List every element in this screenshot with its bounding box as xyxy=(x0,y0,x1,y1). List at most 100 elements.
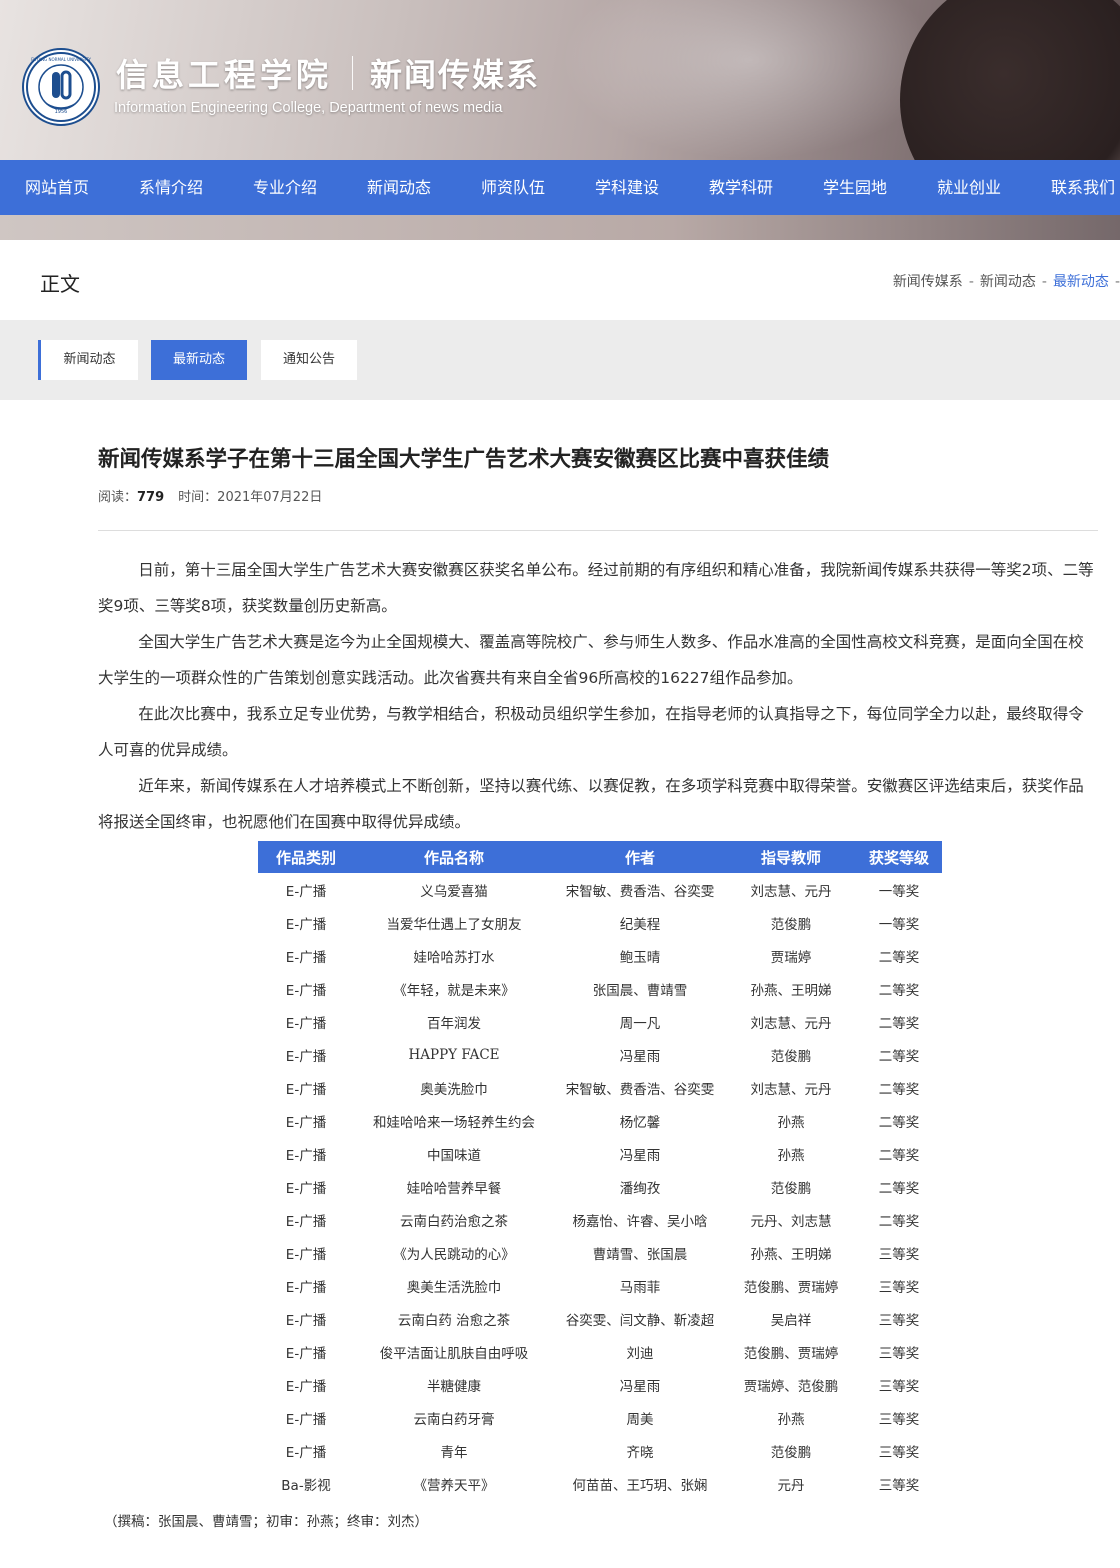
table-row: E-广播 义乌爱喜猫 宋智敏、费香浩、谷奕雯 刘志慧、元丹 一等奖 xyxy=(258,873,942,906)
cell-work-title: 奥美生活洗脸巾 xyxy=(406,1279,502,1296)
cell-award-level: 三等奖 xyxy=(878,1411,920,1428)
cell-authors: 宋智敏、费香浩、谷奕雯 xyxy=(565,883,715,900)
breadcrumb: 新闻传媒系 - 新闻动态 - 最新动态 - xyxy=(893,271,1120,291)
table-row: E-广播 《年轻，就是未来》 张国晨、曹靖雪 孙燕、王明娣 二等奖 xyxy=(258,972,942,1005)
breadcrumb-current[interactable]: 最新动态 xyxy=(1053,274,1109,290)
table-row: E-广播 HAPPY FACE 冯星雨 范俊鹏 二等奖 xyxy=(258,1038,942,1071)
cell-award-level: 三等奖 xyxy=(878,1477,920,1494)
cell-authors: 冯星雨 xyxy=(619,1378,661,1395)
col-header-advisor: 指导教师 xyxy=(726,841,856,873)
university-logo[interactable]: 1956 FUYANG NORMAL UNIVERSITY xyxy=(22,48,100,126)
article-body: 日前，第十三届全国大学生广告艺术大赛安徽赛区获奖名单公布。经过前期的有序组织和精… xyxy=(98,552,1098,840)
nav-item-news[interactable]: 新闻动态 xyxy=(342,160,456,215)
tab-notices[interactable]: 通知公告 xyxy=(261,340,357,380)
reads-label: 阅读： xyxy=(98,490,138,505)
breadcrumb-link-news[interactable]: 新闻动态 xyxy=(980,274,1036,290)
cell-category: E-广播 xyxy=(285,1015,327,1032)
cell-advisors: 孙燕 xyxy=(777,1147,805,1164)
cell-advisors: 吴启祥 xyxy=(770,1312,812,1329)
nav-item-research[interactable]: 教学科研 xyxy=(684,160,798,215)
table-row: E-广播 云南白药治愈之茶 杨嘉怡、许睿、吴小晗 元丹、刘志慧 二等奖 xyxy=(258,1203,942,1236)
table-row: E-广播 和娃哈哈来一场轻养生约会 杨忆馨 孙燕 二等奖 xyxy=(258,1104,942,1137)
cell-award-level: 二等奖 xyxy=(878,1147,920,1164)
time-label: 时间： xyxy=(178,490,218,505)
col-header-author: 作者 xyxy=(554,841,726,873)
cell-category: E-广播 xyxy=(285,1081,327,1098)
banner-highlight xyxy=(560,0,940,160)
table-row: E-广播 中国味道 冯星雨 孙燕 二等奖 xyxy=(258,1137,942,1170)
col-header-work: 作品名称 xyxy=(354,841,554,873)
cell-authors: 马雨菲 xyxy=(619,1279,661,1296)
nav-item-contact[interactable]: 联系我们 xyxy=(1026,160,1120,215)
banner-bottom-strip xyxy=(0,214,1120,240)
cell-advisors: 范俊鹏 xyxy=(770,1048,812,1065)
cell-work-title: 云南白药牙膏 xyxy=(413,1411,495,1428)
cell-category: E-广播 xyxy=(285,1213,327,1230)
nav-item-faculty[interactable]: 师资队伍 xyxy=(456,160,570,215)
table-row: E-广播 百年润发 周一凡 刘志慧、元丹 二等奖 xyxy=(258,1005,942,1038)
cell-advisors: 孙燕、王明娣 xyxy=(750,1246,832,1263)
nav-item-home[interactable]: 网站首页 xyxy=(0,160,114,215)
awards-table-body: E-广播 义乌爱喜猫 宋智敏、费香浩、谷奕雯 刘志慧、元丹 一等奖 E-广播 当爱华仕遇上了… xyxy=(258,873,942,1500)
cell-work-title: 云南白药 治愈之茶 xyxy=(397,1312,511,1329)
cell-work-title: 青年 xyxy=(440,1444,468,1461)
cell-work-title: 义乌爱喜猫 xyxy=(420,883,488,900)
cell-advisors: 刘志慧、元丹 xyxy=(750,1081,832,1098)
page-section-title: 正文 xyxy=(40,272,80,296)
nav-item-students[interactable]: 学生园地 xyxy=(798,160,912,215)
article-paragraph: 日前，第十三届全国大学生广告艺术大赛安徽赛区获奖名单公布。经过前期的有序组织和精… xyxy=(98,561,1094,615)
cell-award-level: 三等奖 xyxy=(878,1378,920,1395)
breadcrumb-link-department[interactable]: 新闻传媒系 xyxy=(893,274,963,290)
cell-award-level: 二等奖 xyxy=(878,1015,920,1032)
cell-work-title: 娃哈哈营养早餐 xyxy=(406,1180,502,1197)
awards-table: 作品类别 作品名称 作者 指导教师 获奖等级 E-广播 义乌爱喜猫 宋智敏、费香浩、… xyxy=(258,841,942,1500)
cell-advisors: 孙燕、王明娣 xyxy=(750,982,832,999)
breadcrumb-separator: - xyxy=(1114,274,1120,290)
reads-count: 779 xyxy=(137,490,165,505)
cell-award-level: 一等奖 xyxy=(878,916,920,933)
table-row: E-广播 云南白药 治愈之茶 谷奕雯、闫文静、靳凌超 吴启祥 三等奖 xyxy=(258,1302,942,1335)
main-nav: 网站首页 系情介绍 专业介绍 新闻动态 师资队伍 学科建设 教学科研 学生园地 … xyxy=(0,160,1120,215)
article-meta: 阅读：779 时间：2021年07月22日 xyxy=(98,486,322,505)
cell-advisors: 刘志慧、元丹 xyxy=(750,883,832,900)
cell-category: Ba-影视 xyxy=(281,1477,331,1494)
cell-authors: 周美 xyxy=(626,1411,654,1428)
cell-work-title: 云南白药治愈之茶 xyxy=(400,1213,508,1230)
cell-award-level: 二等奖 xyxy=(878,1081,920,1098)
cell-category: E-广播 xyxy=(285,1246,327,1263)
cell-authors: 何苗苗、王巧玥、张娴 xyxy=(572,1477,708,1494)
cell-category: E-广播 xyxy=(285,1048,327,1065)
cell-award-level: 二等奖 xyxy=(878,982,920,999)
cell-authors: 曹靖雪、张国晨 xyxy=(592,1246,688,1263)
cell-category: E-广播 xyxy=(285,1147,327,1164)
cell-advisors: 孙燕 xyxy=(777,1114,805,1131)
cell-category: E-广播 xyxy=(285,916,327,933)
cell-authors: 冯星雨 xyxy=(619,1147,661,1164)
tab-news[interactable]: 新闻动态 xyxy=(38,340,138,380)
cell-authors: 周一凡 xyxy=(619,1015,661,1032)
cell-category: E-广播 xyxy=(285,982,327,999)
college-title: 信息工程学院 xyxy=(116,56,333,94)
nav-item-about[interactable]: 系情介绍 xyxy=(114,160,228,215)
table-row: Ba-影视 《营养天平》 何苗苗、王巧玥、张娴 元丹 三等奖 xyxy=(258,1467,942,1500)
cell-work-title: 当爱华仕遇上了女朋友 xyxy=(386,916,522,933)
nav-item-majors[interactable]: 专业介绍 xyxy=(228,160,342,215)
cell-work-title: 娃哈哈苏打水 xyxy=(413,949,495,966)
cell-work-title: 半糖健康 xyxy=(427,1378,481,1395)
cell-award-level: 三等奖 xyxy=(878,1279,920,1296)
breadcrumb-separator: - xyxy=(1041,274,1047,290)
article-title: 新闻传媒系学子在第十三届全国大学生广告艺术大赛安徽赛区比赛中喜获佳绩 xyxy=(98,447,830,472)
cell-award-level: 三等奖 xyxy=(878,1345,920,1362)
nav-item-employment[interactable]: 就业创业 xyxy=(912,160,1026,215)
cell-work-title: 《营养天平》 xyxy=(413,1477,495,1494)
cell-advisors: 范俊鹏 xyxy=(770,916,812,933)
cell-advisors: 范俊鹏 xyxy=(770,1444,812,1461)
cell-work-title: 俊平洁面让肌肤自由呼吸 xyxy=(379,1345,529,1362)
tab-latest-news[interactable]: 最新动态 xyxy=(151,340,247,380)
article-credits: （撰稿：张国晨、曹靖雪；初审：孙燕；终审：刘杰） xyxy=(104,1514,428,1530)
cell-category: E-广播 xyxy=(285,949,327,966)
cell-authors: 宋智敏、费香浩、谷奕雯 xyxy=(565,1081,715,1098)
cell-authors: 鲍玉晴 xyxy=(619,949,661,966)
table-row: E-广播 半糖健康 冯星雨 贾瑞婷、范俊鹏 三等奖 xyxy=(258,1368,942,1401)
nav-item-discipline[interactable]: 学科建设 xyxy=(570,160,684,215)
